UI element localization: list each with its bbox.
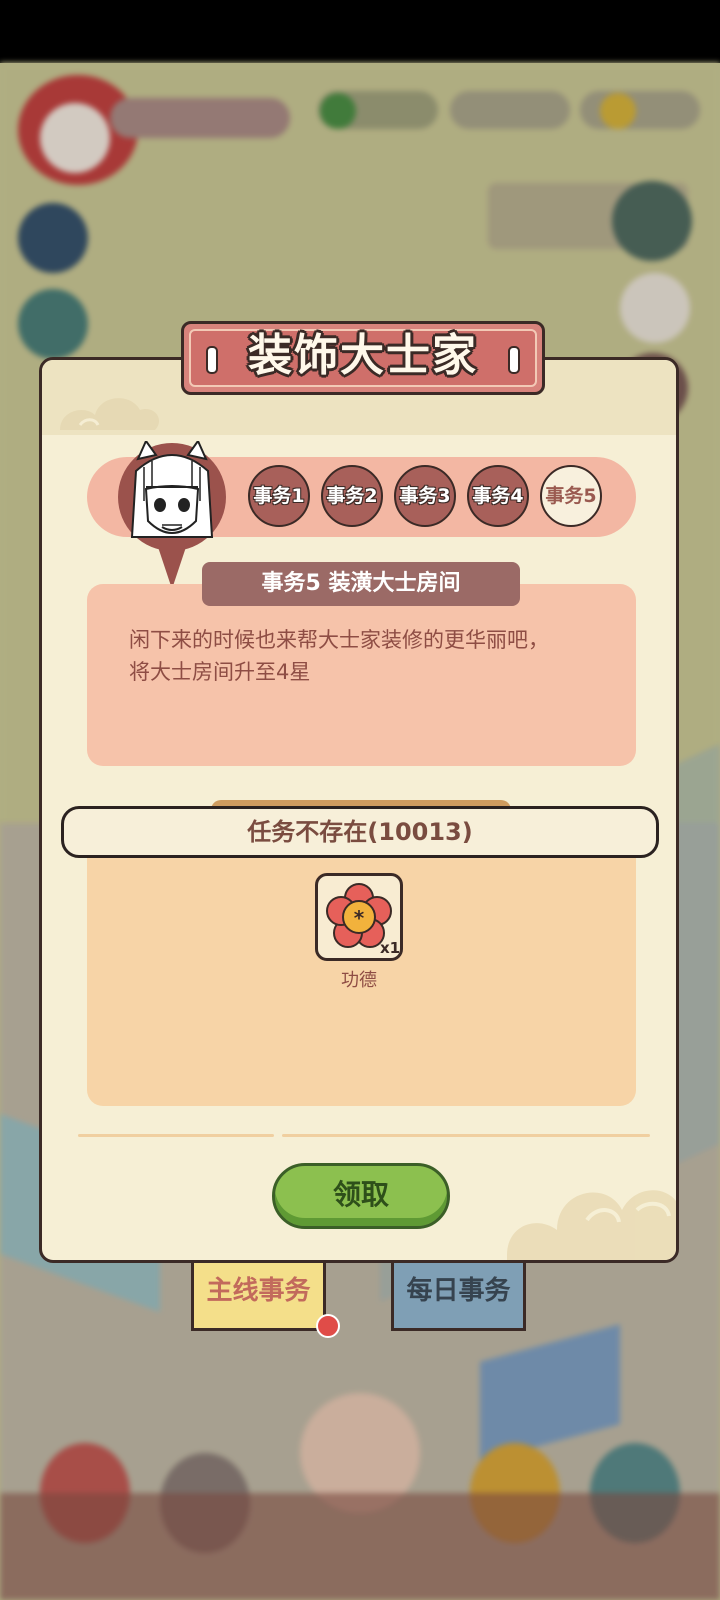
- task-button-5[interactable]: 事务5: [540, 465, 602, 527]
- notification-dot: [316, 1314, 340, 1338]
- task-button-4[interactable]: 事务4: [467, 465, 529, 527]
- task-subtitle: 事务5 装潢大士房间: [202, 562, 520, 606]
- reward-count: x1: [380, 939, 401, 957]
- task-description: 闲下来的时候也来帮大士家装修的更华丽吧，将大士房间升至4星: [129, 628, 549, 684]
- task-button-1[interactable]: 事务1: [248, 465, 310, 527]
- reward-name: 功德: [341, 970, 377, 991]
- task-button-3[interactable]: 事务3: [394, 465, 456, 527]
- tab-main-tasks[interactable]: 主线事务: [191, 1263, 326, 1331]
- cloud-decoration-icon: [60, 398, 160, 430]
- claim-button[interactable]: 领取: [272, 1163, 450, 1229]
- status-bar: [0, 0, 720, 63]
- divider-left: [78, 1134, 274, 1137]
- tab-daily-tasks[interactable]: 每日事务: [391, 1263, 526, 1331]
- error-toast: 任务不存在(10013): [61, 806, 659, 858]
- dialog-title: 装饰大士家: [248, 330, 478, 381]
- svg-text:*: *: [354, 906, 365, 930]
- cloud-decoration-icon: [507, 1190, 676, 1260]
- divider-right: [282, 1134, 650, 1137]
- task-button-2[interactable]: 事务2: [321, 465, 383, 527]
- dialog-title-plate: 装饰大士家: [181, 321, 545, 395]
- reward-box: [87, 820, 636, 1106]
